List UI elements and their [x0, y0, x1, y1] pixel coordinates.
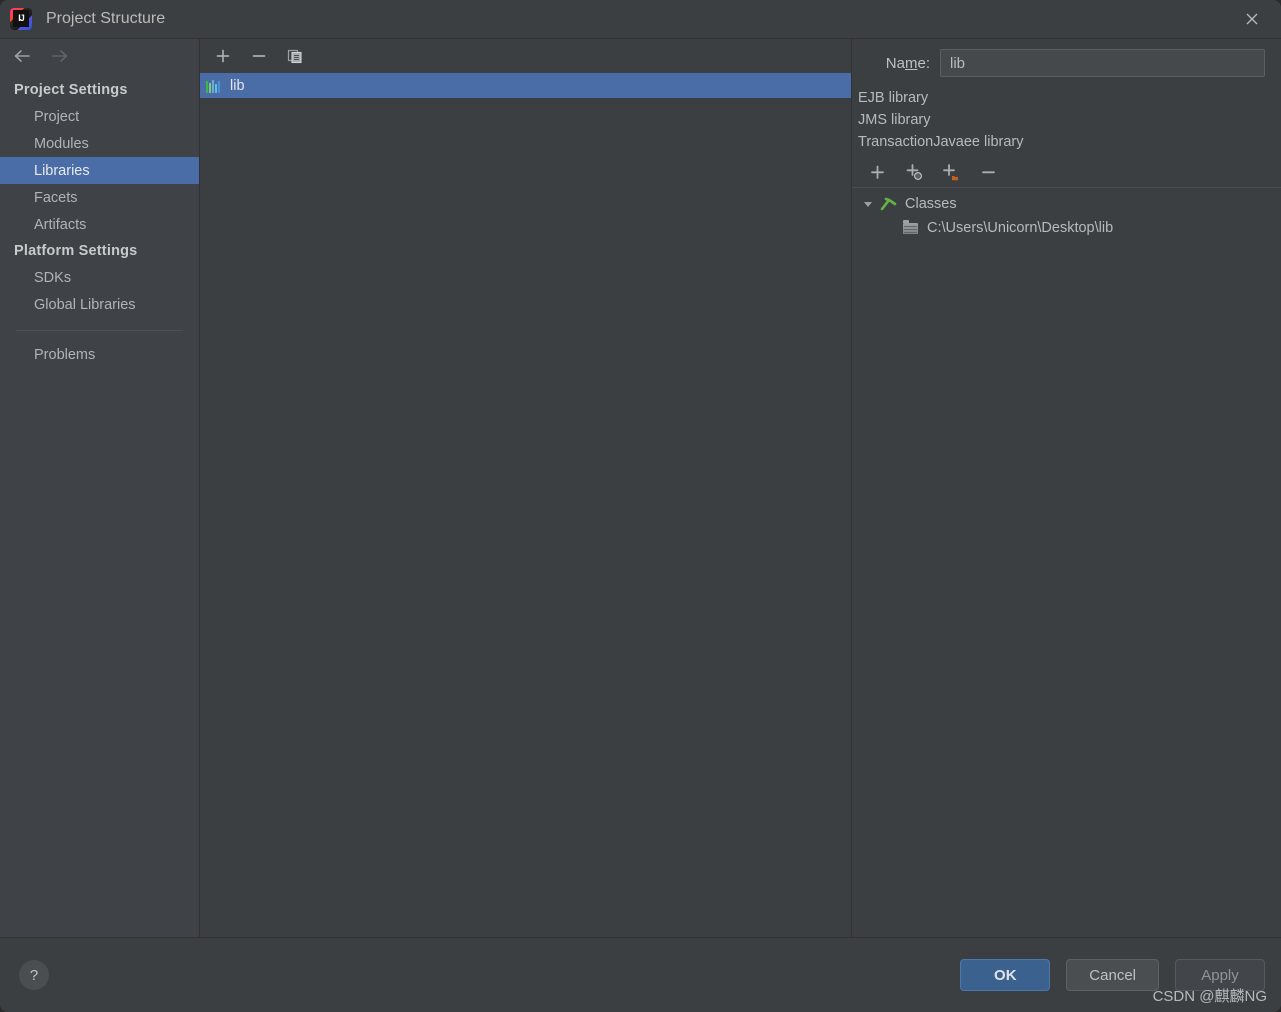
library-name-input[interactable] — [940, 49, 1265, 77]
sidebar-divider — [16, 330, 183, 331]
arrow-left-icon[interactable] — [11, 46, 33, 66]
plus-folder-icon[interactable] — [938, 160, 964, 184]
plus-icon[interactable] — [210, 44, 236, 68]
library-roots-toolbar — [852, 157, 1281, 188]
tree-node-label: Classes — [905, 196, 957, 212]
ok-button[interactable]: OK — [960, 959, 1051, 991]
copy-icon[interactable] — [282, 44, 308, 68]
project-structure-dialog: Project Structure — [0, 0, 1281, 1012]
intellij-idea-logo-icon — [10, 8, 32, 30]
cancel-button[interactable]: Cancel — [1066, 959, 1159, 991]
name-label: Name: — [885, 54, 930, 72]
sidebar-group-header-project-settings: Project Settings — [14, 82, 128, 98]
sidebar-item-facets[interactable]: Facets — [0, 184, 199, 211]
library-type-jms: JMS library — [858, 112, 931, 128]
tree-row[interactable]: C:\Users\Unicorn\Desktop\lib — [852, 216, 1281, 240]
title-bar: Project Structure — [0, 0, 1281, 38]
window-title: Project Structure — [46, 10, 166, 27]
sidebar-item-sdks[interactable]: SDKs — [0, 264, 199, 291]
books-icon — [206, 79, 222, 93]
sidebar-item-global-libraries[interactable]: Global Libraries — [0, 291, 199, 318]
help-button[interactable]: ? — [19, 960, 49, 990]
minus-icon[interactable] — [975, 160, 1001, 184]
library-roots-tree[interactable]: Classes C:\Users\Unicorn\Desktop\lib — [852, 188, 1281, 937]
libraries-toolbar — [200, 39, 851, 71]
library-details-panel: Name: EJB library JMS library Transactio… — [852, 39, 1281, 937]
close-icon[interactable] — [1223, 0, 1281, 38]
dialog-body: Project Settings Project Modules Librari… — [0, 38, 1281, 937]
library-types-list: EJB library JMS library TransactionJavae… — [852, 85, 1281, 157]
sidebar-item-artifacts[interactable]: Artifacts — [0, 211, 199, 238]
triangle-down-icon[interactable] — [860, 199, 876, 209]
sidebar-item-libraries[interactable]: Libraries — [0, 157, 199, 184]
list-item[interactable]: lib — [200, 73, 851, 98]
settings-sidebar: Project Settings Project Modules Librari… — [0, 39, 200, 937]
library-name-label: lib — [230, 77, 245, 94]
sidebar-item-modules[interactable]: Modules — [0, 130, 199, 157]
sidebar-item-problems[interactable]: Problems — [0, 341, 199, 368]
plus-icon[interactable] — [864, 160, 890, 184]
folder-icon — [900, 219, 920, 234]
settings-nav-list: Project Settings Project Modules Librari… — [0, 72, 199, 368]
tree-node-label: C:\Users\Unicorn\Desktop\lib — [927, 220, 1114, 236]
dialog-footer: ? OK Cancel Apply CSDN @麒麟NG — [0, 937, 1281, 1012]
sidebar-navigation-bar — [0, 39, 199, 72]
watermark-text: CSDN @麒麟NG — [1152, 988, 1267, 1005]
library-type-ejb: EJB library — [858, 90, 929, 106]
plus-circle-icon[interactable] — [901, 160, 927, 184]
minus-icon[interactable] — [246, 44, 272, 68]
tree-row[interactable]: Classes — [852, 192, 1281, 216]
library-type-transaction-javaee: TransactionJavaee library — [858, 134, 1024, 150]
arrow-right-icon[interactable] — [49, 46, 71, 66]
libraries-list[interactable]: lib — [200, 71, 851, 937]
sidebar-item-project[interactable]: Project — [0, 103, 199, 130]
sidebar-group-header-platform-settings: Platform Settings — [14, 243, 138, 259]
name-field-row: Name: — [852, 39, 1281, 85]
classes-icon — [878, 197, 898, 212]
libraries-panel: lib — [200, 39, 852, 937]
